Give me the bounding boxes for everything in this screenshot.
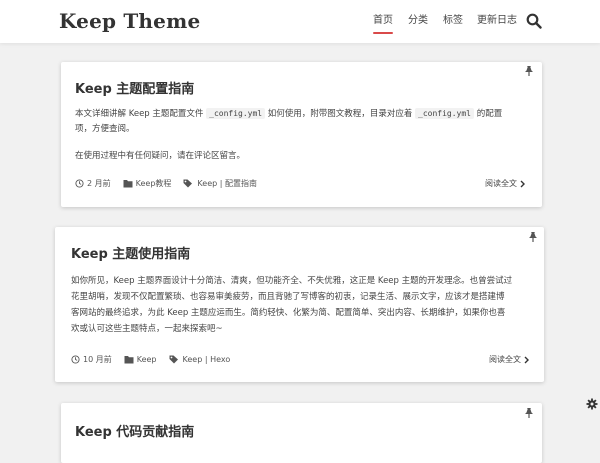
post-title[interactable]: Keep 代码贡献指南 [75, 421, 194, 440]
inline-code: _config.yml [415, 108, 474, 119]
search-icon[interactable] [526, 13, 542, 29]
post-tags-text[interactable]: Keep | Hexo [183, 355, 231, 364]
post-time-text: 10 月前 [83, 355, 112, 364]
excerpt-line: 欢或认可这些主题特点，一起来探索吧~ [71, 324, 223, 334]
nav-home[interactable]: 首页 [373, 14, 393, 34]
tag-icon [169, 355, 178, 364]
clock-icon [71, 355, 80, 364]
site-header: Keep Theme 首页 分类 标签 更新日志 [0, 0, 600, 43]
pin-icon [529, 232, 537, 242]
excerpt-text: 如何使用，附带图文教程，目录对应着 [265, 109, 416, 119]
post-excerpt: 本文详细讲解 Keep 主题配置文件 _config.yml 如何使用，附带图文… [75, 106, 531, 137]
post-excerpt: 如你所见，Keep 主题界面设计十分简洁、清爽，但功能齐全、不失优雅，这正是 K… [71, 273, 535, 337]
excerpt-line: 花里胡哨，发现不仅配置繁琐、也容易审美疲劳，而且背驰了写博客的初衷，记录生活、展… [71, 292, 505, 302]
main-nav: 首页 分类 标签 更新日志 [0, 14, 600, 34]
post-category[interactable]: Keep教程 [123, 178, 172, 189]
post-tags[interactable]: Keep | Hexo [169, 355, 231, 364]
post-tags-text[interactable]: Keep | 配置指南 [197, 178, 257, 189]
excerpt-line: 如你所见，Keep 主题界面设计十分简洁、清爽，但功能齐全、不失优雅，这正是 K… [71, 276, 513, 286]
clock-icon [75, 179, 84, 188]
post-card[interactable]: Keep 代码贡献指南 [61, 403, 542, 463]
post-time-text: 2 月前 [87, 179, 111, 188]
post-card[interactable]: Keep 主题使用指南 如你所见，Keep 主题界面设计十分简洁、清爽，但功能齐… [55, 227, 544, 382]
folder-icon [124, 356, 134, 364]
nav-changelog[interactable]: 更新日志 [477, 14, 517, 34]
pin-icon [525, 408, 533, 418]
post-excerpt-para2: 在使用过程中有任何疑问，请在评论区留言。 [75, 151, 246, 161]
inline-code: _config.yml [206, 108, 266, 119]
tag-icon [183, 179, 193, 188]
chevron-right-icon [520, 180, 525, 187]
excerpt-line: 客网站的最终追求，为此 Keep 主题应运而生。简约轻快、化繁为简、配置简单、突… [71, 308, 506, 318]
post-category-text[interactable]: Keep教程 [136, 178, 172, 189]
pin-icon [525, 66, 533, 76]
post-title[interactable]: Keep 主题配置指南 [75, 78, 194, 97]
read-more-link[interactable]: 阅读全文 [489, 354, 530, 365]
post-tags[interactable]: Keep | 配置指南 [183, 178, 257, 189]
gear-icon[interactable] [586, 398, 598, 410]
read-more-link[interactable]: 阅读全文 [485, 178, 526, 189]
nav-categories[interactable]: 分类 [408, 14, 428, 34]
post-time: 10 月前 [71, 354, 112, 365]
post-category[interactable]: Keep [124, 355, 157, 364]
post-time: 2 月前 [75, 178, 111, 189]
folder-icon [123, 180, 133, 188]
read-more-label[interactable]: 阅读全文 [485, 178, 517, 189]
excerpt-text: 本文详细讲解 Keep 主题配置文件 [75, 109, 207, 119]
post-title[interactable]: Keep 主题使用指南 [71, 243, 190, 262]
nav-tags[interactable]: 标签 [443, 14, 463, 34]
excerpt-text: 的配置 [474, 109, 503, 119]
post-meta: 2 月前 Keep教程 Keep | 配置指南 [75, 178, 257, 189]
post-meta: 10 月前 Keep Keep | Hexo [71, 354, 230, 365]
read-more-label[interactable]: 阅读全文 [489, 354, 521, 365]
chevron-right-icon [524, 356, 529, 363]
excerpt-text: 项，方便查阅。 [75, 124, 135, 134]
post-category-text[interactable]: Keep [137, 355, 157, 364]
post-card[interactable]: Keep 主题配置指南 本文详细讲解 Keep 主题配置文件 _config.y… [61, 62, 542, 207]
